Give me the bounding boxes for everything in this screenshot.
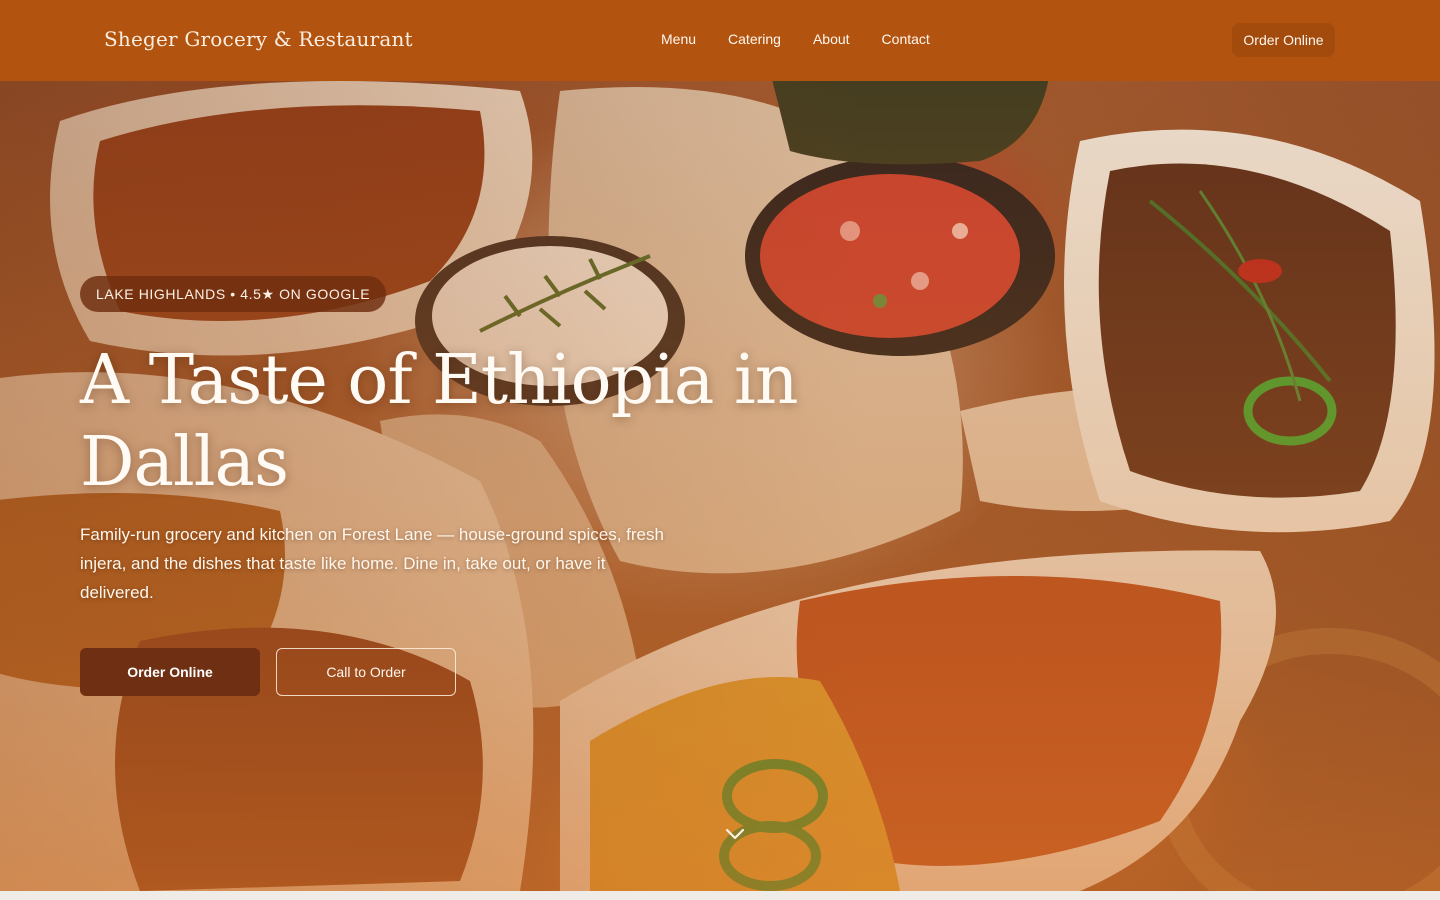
hero-description: Family-run grocery and kitchen on Forest…	[80, 525, 664, 602]
order-online-button[interactable]: Order Online	[80, 648, 260, 696]
brand-logo-text[interactable]: Sheger Grocery & Restaurant	[104, 27, 413, 51]
call-to-order-button[interactable]: Call to Order	[276, 648, 456, 696]
main-nav: Menu Catering About Contact	[661, 31, 930, 47]
headline-line-2: Dallas	[80, 423, 289, 502]
nav-link-menu[interactable]: Menu	[661, 31, 696, 47]
chevron-down-icon[interactable]	[724, 826, 746, 847]
nav-link-about[interactable]: About	[813, 31, 850, 47]
rating-badge: LAKE HIGHLANDS • 4.5★ ON GOOGLE	[80, 276, 387, 312]
headline-line-1: A Taste of Ethiopia in	[80, 341, 799, 420]
next-section-edge	[0, 891, 1440, 900]
header-order-online-button[interactable]: Order Online	[1232, 23, 1335, 57]
hero-headline: A Taste of Ethiopia in Dallas	[80, 340, 800, 504]
nav-link-contact[interactable]: Contact	[882, 31, 930, 47]
nav-link-catering[interactable]: Catering	[728, 31, 781, 47]
site-header: Sheger Grocery & Restaurant Menu Caterin…	[0, 0, 1440, 81]
